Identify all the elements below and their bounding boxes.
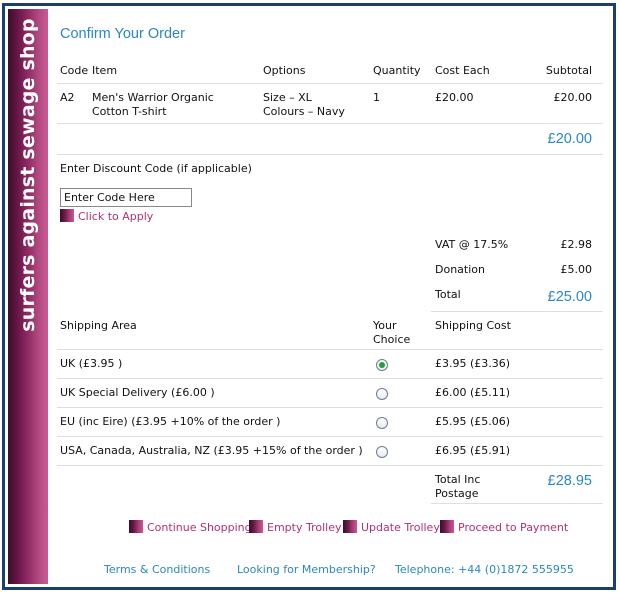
vat-label: VAT @ 17.5% [435, 238, 509, 251]
col-header-code: Code [60, 64, 89, 77]
row-option-size: Size – XL [263, 91, 312, 104]
terms-link[interactable]: Terms & Conditions [104, 563, 210, 576]
shipping-radio-usa[interactable] [376, 446, 388, 458]
total-inc-postage-value: £28.95 [547, 473, 592, 489]
shipping-radio-uk-special[interactable] [376, 388, 388, 400]
page-frame: surfers against sewage shop Confirm Your… [2, 3, 616, 590]
divider [431, 503, 603, 504]
discount-code-input[interactable] [60, 188, 192, 207]
total-value: £25.00 [547, 289, 592, 305]
update-trolley-label: Update Trolley [361, 521, 440, 534]
membership-link[interactable]: Looking for Membership? [237, 563, 376, 576]
shipping-area-usa: USA, Canada, Australia, NZ (£3.95 +15% o… [60, 444, 363, 457]
divider [57, 83, 603, 84]
divider [57, 378, 603, 379]
row-cost-each: £20.00 [435, 91, 474, 104]
apply-discount-label: Click to Apply [78, 210, 154, 223]
divider [431, 311, 603, 312]
proceed-to-payment-button[interactable]: Proceed to Payment [440, 520, 568, 534]
bullet-swatch-icon [249, 520, 263, 533]
donation-value: £5.00 [560, 263, 593, 276]
row-code: A2 [60, 91, 75, 104]
empty-trolley-label: Empty Trolley [267, 521, 342, 534]
continue-shopping-label: Continue Shopping [147, 521, 252, 534]
total-label: Total [435, 288, 461, 301]
col-header-subtotal: Subtotal [545, 64, 592, 77]
update-trolley-button[interactable]: Update Trolley [343, 520, 440, 534]
total-inc-postage-label: Total Inc Postage [435, 473, 481, 500]
donation-label: Donation [435, 263, 485, 276]
shipping-area-eu: EU (inc Eire) (£3.95 +10% of the order ) [60, 415, 281, 428]
divider [57, 123, 603, 124]
divider [57, 154, 603, 155]
row-option-colour: Colours – Navy [263, 105, 345, 118]
brand-logo-text: surfers against sewage shop [17, 18, 39, 332]
shipping-cost-uk-special: £6.00 (£5.11) [435, 386, 511, 399]
shipping-area-uk-special: UK Special Delivery (£6.00 ) [60, 386, 215, 399]
brand-sidebar: surfers against sewage shop [8, 9, 48, 584]
divider [57, 465, 603, 466]
col-header-item: Item [92, 64, 118, 77]
continue-shopping-button[interactable]: Continue Shopping [129, 520, 252, 534]
discount-label: Enter Discount Code (if applicable) [60, 162, 252, 175]
col-header-cost-each: Cost Each [435, 64, 490, 77]
empty-trolley-button[interactable]: Empty Trolley [249, 520, 341, 534]
items-total: £20.00 [547, 131, 592, 147]
order-content: Confirm Your Order Code Item Options Qua… [57, 6, 603, 586]
apply-discount-link[interactable]: Click to Apply [60, 209, 153, 223]
divider [57, 407, 603, 408]
vat-value: £2.98 [560, 238, 593, 251]
shipping-cost-eu: £5.95 (£5.06) [435, 415, 511, 428]
bullet-swatch-icon [60, 209, 74, 222]
row-item: Men's Warrior Organic Cotton T-shirt [92, 91, 214, 118]
page-title: Confirm Your Order [60, 26, 185, 42]
shipping-area-header: Shipping Area [60, 319, 137, 332]
divider [57, 436, 603, 437]
shipping-cost-header: Shipping Cost [435, 319, 511, 332]
bullet-swatch-icon [129, 520, 143, 533]
row-subtotal: £20.00 [553, 91, 593, 104]
shipping-cost-usa: £6.95 (£5.91) [435, 444, 511, 457]
shipping-radio-uk[interactable] [376, 359, 388, 371]
bullet-swatch-icon [440, 520, 454, 533]
shipping-radio-eu[interactable] [376, 417, 388, 429]
col-header-options: Options [263, 64, 306, 77]
bullet-swatch-icon [343, 520, 357, 533]
proceed-to-payment-label: Proceed to Payment [458, 521, 569, 534]
shipping-area-uk: UK (£3.95 ) [60, 357, 123, 370]
telephone-text: Telephone: +44 (0)1872 555955 [395, 563, 574, 576]
divider [57, 349, 603, 350]
row-quantity: 1 [373, 91, 380, 104]
col-header-quantity: Quantity [373, 64, 421, 77]
your-choice-header: Your Choice [373, 319, 411, 346]
shipping-cost-uk: £3.95 (£3.36) [435, 357, 511, 370]
